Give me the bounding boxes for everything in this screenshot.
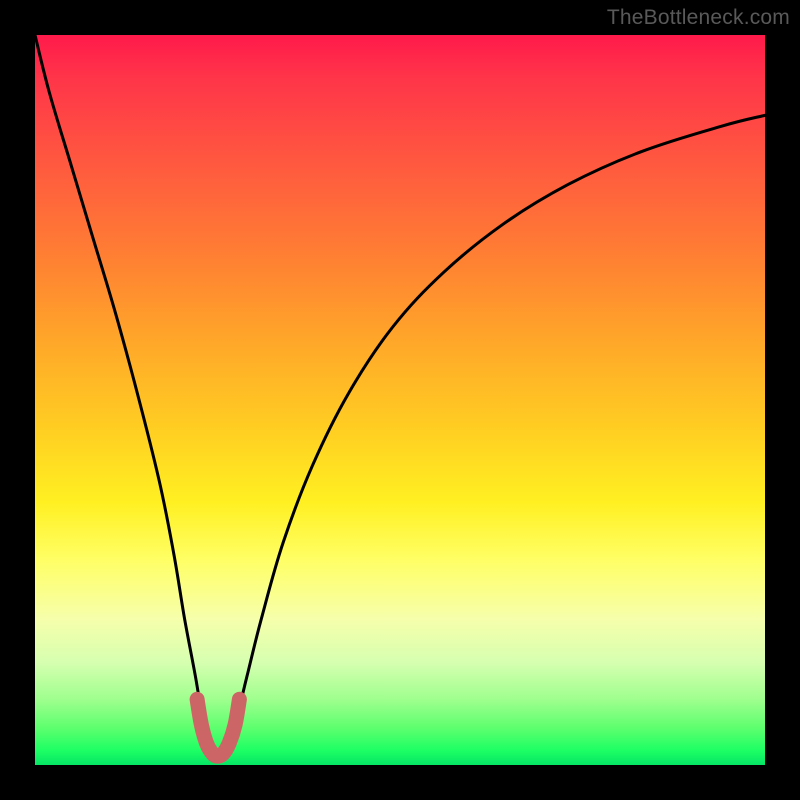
optimum-zone (197, 699, 239, 756)
plot-area (35, 35, 765, 765)
watermark-text: TheBottleneck.com (607, 6, 790, 30)
chart-frame: TheBottleneck.com (0, 0, 800, 800)
bottleneck-curve (35, 35, 765, 761)
curves-svg (35, 35, 765, 765)
